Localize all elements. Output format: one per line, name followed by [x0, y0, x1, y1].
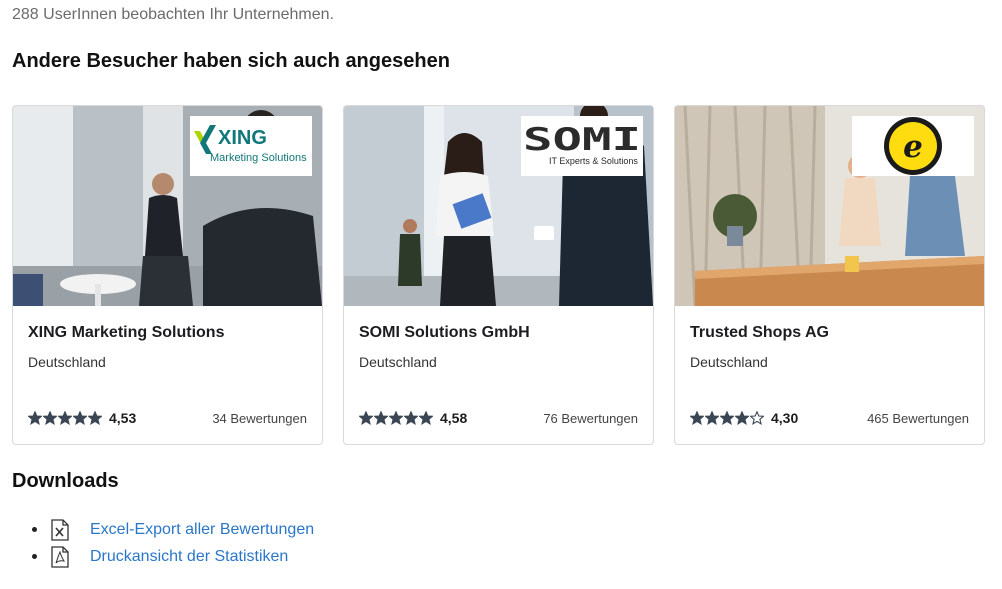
xing-logo: XING Marketing Solutions: [190, 116, 312, 176]
company-photo: SOMI IT Experts & Solutions: [344, 106, 653, 306]
bullet-icon: [32, 527, 37, 532]
rating-score: 4,53: [109, 410, 137, 426]
company-country: Deutschland: [690, 354, 768, 370]
company-card[interactable]: e Trusted Shops AG Deutschland 4,30 465 …: [674, 105, 985, 445]
star-filled-icon: [88, 411, 102, 425]
star-rating: [28, 411, 102, 425]
company-name[interactable]: XING Marketing Solutions: [28, 324, 224, 342]
somi-logo: SOMI IT Experts & Solutions: [521, 116, 643, 176]
review-count: 465 Bewertungen: [867, 410, 969, 426]
list-item: Druckansicht der Statistiken: [32, 543, 314, 570]
excel-file-icon: [50, 518, 70, 541]
star-filled-icon: [389, 411, 403, 425]
trusted-shops-e-icon: e: [903, 129, 923, 165]
star-filled-icon: [28, 411, 42, 425]
bullet-icon: [32, 554, 37, 559]
section-title-downloads: Downloads: [12, 470, 119, 492]
review-count: 34 Bewertungen: [212, 410, 307, 426]
company-photo: e: [675, 106, 984, 306]
pdf-file-icon: [50, 545, 70, 568]
star-rating: [690, 411, 764, 425]
xing-logo-sub: Marketing Solutions: [210, 152, 307, 164]
star-filled-icon: [43, 411, 57, 425]
star-filled-icon: [690, 411, 704, 425]
company-card[interactable]: XING Marketing Solutions XING Marketing …: [12, 105, 323, 445]
company-cards: XING Marketing Solutions XING Marketing …: [12, 105, 986, 445]
excel-export-link[interactable]: Excel-Export aller Bewertungen: [90, 521, 314, 539]
rating-row: 4,30 465 Bewertungen: [690, 408, 969, 428]
review-count: 76 Bewertungen: [543, 410, 638, 426]
xing-x-icon: [194, 125, 216, 154]
company-name[interactable]: SOMI Solutions GmbH: [359, 324, 530, 342]
star-filled-icon: [735, 411, 749, 425]
rating-score: 4,30: [771, 410, 799, 426]
section-title-other-visitors: Andere Besucher haben sich auch angesehe…: [12, 50, 450, 72]
star-filled-icon: [404, 411, 418, 425]
star-filled-icon: [374, 411, 388, 425]
rating-row: 4,58 76 Bewertungen: [359, 408, 638, 428]
rating-row: 4,53 34 Bewertungen: [28, 408, 307, 428]
star-filled-icon: [58, 411, 72, 425]
company-photo: XING Marketing Solutions: [13, 106, 322, 306]
star-filled-icon: [419, 411, 433, 425]
list-item: Excel-Export aller Bewertungen: [32, 516, 314, 543]
trusted-shops-logo: e: [852, 116, 974, 176]
somi-logo-word: SOMI: [523, 122, 641, 158]
star-filled-icon: [705, 411, 719, 425]
rating-score: 4,58: [440, 410, 468, 426]
follower-count-text: 288 UserInnen beobachten Ihr Unternehmen…: [12, 6, 334, 23]
company-country: Deutschland: [359, 354, 437, 370]
star-filled-icon: [73, 411, 87, 425]
somi-logo-sub: IT Experts & Solutions: [549, 156, 638, 166]
star-rating: [359, 411, 433, 425]
xing-logo-word: XING: [218, 127, 267, 149]
star-filled-icon: [359, 411, 373, 425]
company-name[interactable]: Trusted Shops AG: [690, 324, 829, 342]
print-view-link[interactable]: Druckansicht der Statistiken: [90, 548, 288, 566]
downloads-list: Excel-Export aller Bewertungen Druckansi…: [32, 516, 314, 570]
star-filled-icon: [720, 411, 734, 425]
star-empty-icon: [750, 411, 764, 425]
company-country: Deutschland: [28, 354, 106, 370]
company-card[interactable]: SOMI IT Experts & Solutions SOMI Solutio…: [343, 105, 654, 445]
